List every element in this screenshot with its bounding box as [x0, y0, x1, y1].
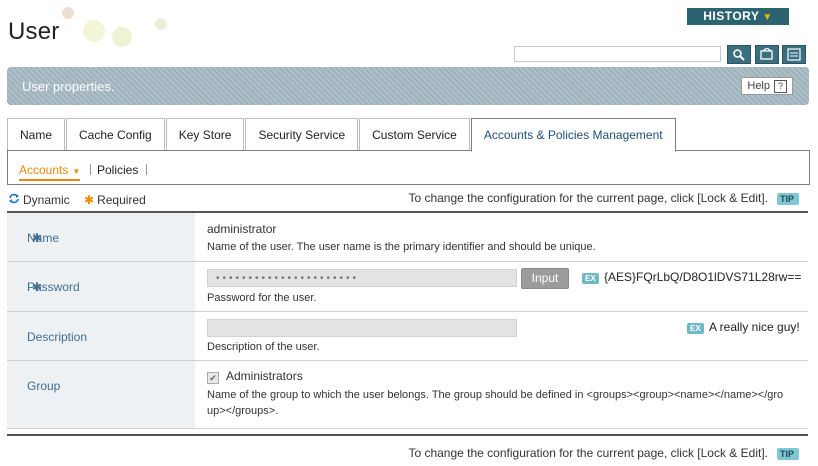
example-badge: EX [582, 273, 599, 284]
field-label-cell: Password ✱ [7, 262, 195, 311]
chevron-down-icon: ▼ [762, 12, 773, 23]
tab-key-store[interactable]: Key Store [165, 118, 245, 151]
description-label: Description [27, 330, 88, 344]
example-badge: EX [687, 323, 704, 334]
name-value: administrator [207, 222, 277, 236]
tab-bar: Name Cache Config Key Store Security Ser… [7, 118, 677, 152]
help-label: Help [747, 80, 770, 92]
tab-accounts-policies[interactable]: Accounts & Policies Management [470, 118, 676, 152]
xml-icon[interactable] [782, 45, 806, 64]
subtab-divider [146, 164, 147, 175]
description-description: Description of the user. [207, 341, 320, 353]
page-title: User [8, 18, 60, 45]
tip-badge-top: TIP [777, 193, 800, 205]
legend-required: ✱ Required [84, 193, 146, 207]
decor-circle [155, 18, 167, 30]
required-icon: ✱ [84, 193, 95, 207]
table-bottom-rule [7, 434, 808, 436]
caret-down-icon: ▼ [72, 167, 81, 176]
tip-text-top: To change the configuration for the curr… [408, 191, 768, 205]
subtab-policies[interactable]: Policies [97, 163, 138, 177]
field-row-description: Description EX A really nice guy! Descri… [7, 312, 808, 361]
subtab-accounts-label: Accounts [19, 163, 69, 177]
subtab-divider [90, 164, 91, 175]
subtab-bar: Accounts ▼ Policies [7, 150, 810, 185]
description-example: A really nice guy! [709, 320, 800, 334]
history-button[interactable]: HISTORY ▼ [687, 8, 789, 25]
field-label-cell: Description [7, 312, 195, 360]
refresh-icon[interactable] [755, 45, 779, 64]
group-label: Group [27, 379, 61, 393]
tab-name[interactable]: Name [7, 118, 66, 151]
field-row-password: Password ✱ •••••••••••••••••••••• Input E… [7, 262, 808, 312]
group-description-line2: up></groups>. [207, 405, 279, 417]
help-button[interactable]: Help? [741, 77, 793, 95]
administrators-checkbox[interactable]: ✔ [207, 372, 219, 384]
group-description-line1: Name of the group to which the user belo… [207, 389, 784, 401]
legend-dynamic-label: Dynamic [23, 193, 70, 207]
tab-cache-config[interactable]: Cache Config [66, 118, 165, 151]
search-icon[interactable] [727, 45, 751, 64]
password-example: {AES}FQrLbQ/D8O1lDVS71L28rw== [604, 270, 802, 284]
field-row-group: Group ✔ Administrators Name of the group… [7, 361, 808, 429]
history-label: HISTORY [703, 9, 760, 23]
required-icon: ✱ [32, 231, 43, 245]
legend-dynamic: Dynamic [8, 193, 70, 207]
administrators-option-label: Administrators [226, 369, 303, 383]
tip-text-bottom: To change the configuration for the curr… [408, 446, 768, 460]
decor-circle [62, 7, 74, 19]
decor-circle [112, 27, 132, 47]
input-button[interactable]: Input [521, 268, 569, 289]
search-input[interactable] [514, 46, 721, 62]
password-field[interactable]: •••••••••••••••••••••• [207, 269, 517, 287]
question-icon: ? [774, 79, 787, 93]
decor-circle [83, 20, 105, 42]
tab-security-service[interactable]: Security Service [245, 118, 359, 151]
field-row-name: Name ✱ administrator Name of the user. Th… [7, 213, 808, 262]
legend-required-label: Required [97, 193, 146, 207]
dynamic-icon [8, 193, 20, 207]
properties-header: User properties. Help? [7, 67, 809, 105]
tip-badge-bottom: TIP [777, 448, 800, 460]
tab-custom-service[interactable]: Custom Service [359, 118, 470, 151]
description-field[interactable] [207, 319, 517, 337]
field-label-cell: Group [7, 361, 195, 428]
properties-title: User properties. [22, 79, 115, 94]
name-description: Name of the user. The user name is the p… [207, 241, 596, 253]
required-icon: ✱ [32, 280, 43, 294]
field-label-cell: Name ✱ [7, 213, 195, 261]
subtab-accounts[interactable]: Accounts ▼ [19, 163, 81, 181]
password-description: Password for the user. [207, 292, 317, 304]
